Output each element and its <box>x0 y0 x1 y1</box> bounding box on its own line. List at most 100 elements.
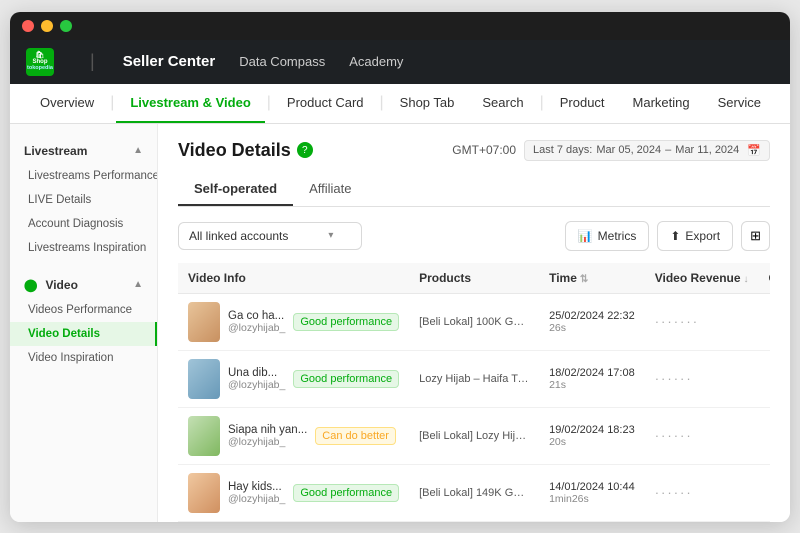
date-range-badge[interactable]: Last 7 days: Mar 05, 2024 – Mar 11, 2024… <box>524 140 770 161</box>
nav-marketing[interactable]: Marketing <box>619 83 704 123</box>
performance-badge-2: Can do better <box>315 427 396 445</box>
performance-badge-0: Good performance <box>293 313 399 331</box>
brand-logo[interactable]: 🛍 Shop tokopedia <box>26 48 54 76</box>
table-row: Hay kids... @lozyhijab_ Good performance… <box>178 521 770 522</box>
nav-product[interactable]: Product <box>546 83 619 123</box>
seller-center-link[interactable]: Seller Center <box>111 40 228 84</box>
cell-orders-4: ···· <box>759 521 770 522</box>
product-link-2[interactable]: [Beli Lokal] Lozy Hijab ... <box>419 430 529 442</box>
export-button[interactable]: ⬆ Export <box>657 221 733 251</box>
orders-value-3: ···· <box>769 485 770 500</box>
info-icon[interactable]: ? <box>297 142 313 158</box>
sidebar-item-video-inspiration[interactable]: Video Inspiration <box>10 346 157 370</box>
sidebar: Livestream ▲ Livestreams Performance LIV… <box>10 124 158 522</box>
sidebar-chevron-livestream: ▲ <box>133 145 143 156</box>
table-row: Una dib... @lozyhijab_ Good performance … <box>178 350 770 407</box>
title-bar <box>10 12 790 40</box>
maximize-button[interactable] <box>60 20 72 32</box>
settings-button[interactable]: ⊞ <box>741 221 770 251</box>
video-duration-3: 1min26s <box>549 493 635 505</box>
sidebar-item-livestreams-inspiration[interactable]: Livestreams Inspiration <box>10 236 157 260</box>
cell-product-4: [Beli Lokal] 149K Get ... <box>409 521 539 522</box>
revenue-value-0: ······· <box>655 314 699 329</box>
video-date-2: 19/02/2024 18:23 <box>549 424 635 436</box>
cell-time-2: 19/02/2024 18:23 20s <box>539 407 645 464</box>
cell-orders-2: ···· <box>759 407 770 464</box>
sidebar-item-live-details[interactable]: LIVE Details <box>10 188 157 212</box>
video-date-0: 25/02/2024 22:32 <box>549 310 635 322</box>
video-duration-0: 26s <box>549 322 635 334</box>
tab-affiliate[interactable]: Affiliate <box>293 173 367 206</box>
orders-value-0: ···· <box>769 314 770 329</box>
content-tabs: Self-operated Affiliate <box>178 173 770 207</box>
cell-product-0: [Beli Lokal] 100K Get ... <box>409 293 539 350</box>
nav-user[interactable]: User <box>775 83 790 123</box>
shop-icon: 🛍 Shop tokopedia <box>26 48 54 76</box>
close-button[interactable] <box>22 20 34 32</box>
video-title-2: Siapa nih yan... <box>228 424 307 436</box>
nav-shop-tab[interactable]: Shop Tab <box>386 83 469 123</box>
table-row: Siapa nih yan... @lozyhijab_ Can do bett… <box>178 407 770 464</box>
minimize-button[interactable] <box>41 20 53 32</box>
cell-time-4: 14/01/2024 10:44 1min26s <box>539 521 645 522</box>
nav-overview[interactable]: Overview <box>26 83 108 123</box>
video-thumbnail-3 <box>188 473 220 513</box>
col-time[interactable]: Time⇅ <box>539 263 645 294</box>
col-video-info: Video Info <box>178 263 409 294</box>
cell-video-info-3: Hay kids... @lozyhijab_ Good performance <box>178 464 409 521</box>
accounts-select[interactable]: All linked accounts ▾ <box>178 222 362 250</box>
dropdown-arrow-icon: ▾ <box>328 230 333 241</box>
col-products: Products <box>409 263 539 294</box>
metrics-icon: 📊 <box>578 229 593 243</box>
nav-livestream-video[interactable]: Livestream & Video <box>116 83 264 123</box>
col-video-revenue[interactable]: Video Revenue↓ <box>645 263 759 294</box>
date-end: Mar 11, 2024 <box>675 144 739 156</box>
revenue-value-1: ······ <box>655 371 693 386</box>
secondary-nav: Overview | Livestream & Video | Product … <box>10 84 790 124</box>
data-compass-link[interactable]: Data Compass <box>227 40 337 84</box>
academy-link[interactable]: Academy <box>337 40 415 84</box>
nav-search[interactable]: Search <box>468 83 537 123</box>
col-orders[interactable]: Orders⇅ <box>759 263 770 294</box>
sidebar-item-livestreams-performance[interactable]: Livestreams Performance <box>10 164 157 188</box>
video-title-0: Ga co ha... <box>228 310 285 322</box>
sort-icon-time: ⇅ <box>580 274 588 285</box>
video-icon: ⬤ <box>24 278 37 292</box>
sidebar-item-videos-performance[interactable]: Videos Performance <box>10 298 157 322</box>
video-thumbnail-2 <box>188 416 220 456</box>
table-row: Hay kids... @lozyhijab_ Good performance… <box>178 464 770 521</box>
cell-time-1: 18/02/2024 17:08 21s <box>539 350 645 407</box>
product-link-3[interactable]: [Beli Lokal] 149K Get ... <box>419 487 529 499</box>
cell-time-0: 25/02/2024 22:32 26s <box>539 293 645 350</box>
cell-video-info-4: Hay kids... @lozyhijab_ Good performance <box>178 521 409 522</box>
sidebar-group-livestream-label: Livestream <box>24 144 87 158</box>
video-table: Video Info Products Time⇅ Video Revenue↓… <box>178 263 770 522</box>
cell-product-1: Lozy Hijab – Haifa Tuni... <box>409 350 539 407</box>
nav-service[interactable]: Service <box>704 83 775 123</box>
video-date-3: 14/01/2024 10:44 <box>549 481 635 493</box>
performance-badge-3: Good performance <box>293 484 399 502</box>
sidebar-group-video[interactable]: ⬤ Video ▲ <box>10 272 157 298</box>
cell-video-info-1: Una dib... @lozyhijab_ Good performance <box>178 350 409 407</box>
content-header: Video Details ? GMT+07:00 Last 7 days: M… <box>178 140 770 161</box>
metrics-button[interactable]: 📊 Metrics <box>565 221 650 251</box>
sidebar-item-video-details[interactable]: Video Details <box>10 322 157 346</box>
video-title-3: Hay kids... <box>228 481 285 493</box>
cell-product-3: [Beli Lokal] 149K Get ... <box>409 464 539 521</box>
timezone-label: GMT+07:00 <box>452 143 516 157</box>
product-link-0[interactable]: [Beli Lokal] 100K Get ... <box>419 316 529 328</box>
sidebar-group-livestream[interactable]: Livestream ▲ <box>10 138 157 164</box>
sidebar-section-video: ⬤ Video ▲ Videos Performance Video Detai… <box>10 266 157 376</box>
nav-product-card[interactable]: Product Card <box>273 83 378 123</box>
cell-orders-1: ···· <box>759 350 770 407</box>
cell-orders-0: ···· <box>759 293 770 350</box>
video-user-0: @lozyhijab_ <box>228 322 285 334</box>
action-buttons: 📊 Metrics ⬆ Export ⊞ <box>565 221 770 251</box>
date-separator: – <box>665 144 671 156</box>
table-row: Ga co ha... @lozyhijab_ Good performance… <box>178 293 770 350</box>
video-title-1: Una dib... <box>228 367 285 379</box>
tab-self-operated[interactable]: Self-operated <box>178 173 293 206</box>
product-link-1[interactable]: Lozy Hijab – Haifa Tuni... <box>419 373 529 385</box>
top-nav: 🛍 Shop tokopedia | Seller Center Data Co… <box>10 40 790 84</box>
sidebar-item-account-diagnosis[interactable]: Account Diagnosis <box>10 212 157 236</box>
